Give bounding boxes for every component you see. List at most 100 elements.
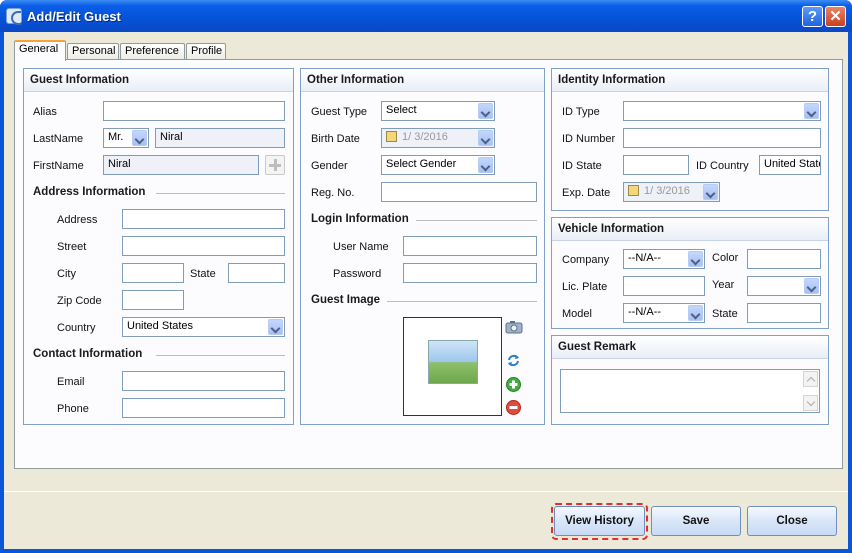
zip-code-input[interactable] [122, 290, 184, 310]
guest-image-heading: Guest Image [311, 294, 381, 306]
user-name-label: User Name [333, 241, 389, 253]
city-label: City [57, 268, 76, 280]
title-bar[interactable]: Add/Edit Guest ? ✕ [0, 0, 852, 32]
scroll-up-icon[interactable] [803, 371, 818, 387]
chevron-down-icon[interactable] [478, 103, 493, 119]
address-input[interactable] [122, 209, 285, 229]
exp-date-picker[interactable]: 1/ 3/2016 [623, 182, 720, 202]
chevron-down-icon[interactable] [804, 103, 819, 119]
refresh-icon[interactable] [506, 353, 521, 368]
chevron-down-icon[interactable] [268, 319, 283, 335]
other-information-group: Other Information Guest Type Select Birt… [300, 68, 545, 425]
guest-type-select[interactable]: Select [381, 101, 495, 121]
view-history-button[interactable]: View History [554, 506, 645, 536]
street-input[interactable] [122, 236, 285, 256]
user-name-input[interactable] [403, 236, 537, 256]
gender-label: Gender [311, 160, 348, 172]
chevron-down-icon[interactable] [688, 305, 703, 321]
city-input[interactable] [122, 263, 184, 283]
guest-remark-group: Guest Remark [551, 335, 829, 425]
chevron-down-icon[interactable] [478, 157, 493, 173]
year-select[interactable] [747, 276, 821, 296]
add-icon[interactable] [506, 377, 521, 392]
tab-personal[interactable]: Personal [67, 43, 119, 60]
tab-general[interactable]: General [14, 40, 66, 61]
reg-no-input[interactable] [381, 182, 537, 202]
add-name-icon[interactable] [265, 155, 285, 175]
color-label: Color [712, 252, 739, 264]
calendar-icon[interactable] [628, 185, 639, 196]
gender-value: Select Gender [386, 158, 457, 170]
address-divider [156, 193, 285, 194]
lic-plate-label: Lic. Plate [562, 281, 608, 293]
camera-icon[interactable] [505, 320, 523, 334]
birth-date-picker[interactable]: 1/ 3/2016 [381, 128, 495, 148]
address-label: Address [57, 214, 98, 226]
vehicle-state-input[interactable] [747, 303, 821, 323]
guest-type-value: Select [386, 104, 417, 116]
country-value: United States [127, 320, 194, 332]
guest-photo[interactable] [403, 317, 502, 416]
id-state-input[interactable] [623, 155, 689, 175]
id-number-input[interactable] [623, 128, 821, 148]
help-button[interactable]: ? [802, 6, 823, 27]
guest-remark-title: Guest Remark [552, 336, 828, 359]
contact-divider [156, 355, 285, 356]
vehicle-information-title: Vehicle Information [552, 218, 828, 241]
image-placeholder-icon [428, 340, 478, 384]
remove-icon[interactable] [506, 400, 521, 415]
model-select[interactable]: --N/A-- [623, 303, 705, 323]
street-label: Street [57, 241, 87, 253]
address-information-heading: Address Information [33, 186, 146, 198]
state-input[interactable] [228, 263, 285, 283]
state-label: State [190, 268, 216, 280]
birth-date-value: 1/ 3/2016 [402, 131, 448, 143]
close-window-button[interactable]: ✕ [825, 6, 846, 27]
company-label: Company [562, 254, 610, 266]
guest-remark-textarea[interactable] [560, 369, 820, 413]
id-type-label: ID Type [562, 106, 600, 118]
id-type-select[interactable] [623, 101, 821, 121]
guest-type-label: Guest Type [311, 106, 368, 118]
identity-information-title: Identity Information [552, 69, 828, 92]
email-input[interactable] [122, 371, 285, 391]
login-information-heading: Login Information [311, 213, 409, 225]
salutation-select[interactable]: Mr. [103, 128, 149, 148]
password-label: Password [333, 268, 382, 280]
password-input[interactable] [403, 263, 537, 283]
lic-plate-input[interactable] [623, 276, 705, 296]
guest-information-group: Guest Information Alias LastName Mr. Nir… [23, 68, 294, 425]
alias-input[interactable] [103, 101, 285, 121]
close-button[interactable]: Close [747, 506, 837, 536]
country-select[interactable]: United States [122, 317, 285, 337]
tab-preference[interactable]: Preference [120, 43, 185, 60]
firstname-input[interactable]: Niral [103, 155, 259, 175]
chevron-down-icon[interactable] [478, 130, 493, 146]
model-label: Model [562, 308, 592, 320]
id-country-input[interactable]: United State [759, 155, 821, 175]
chevron-down-icon[interactable] [703, 184, 718, 200]
lastname-label: LastName [33, 133, 84, 145]
email-label: Email [57, 376, 85, 388]
phone-input[interactable] [122, 398, 285, 418]
chevron-down-icon[interactable] [688, 251, 703, 267]
company-select[interactable]: --N/A-- [623, 249, 705, 269]
id-country-label: ID Country [696, 160, 749, 172]
gender-select[interactable]: Select Gender [381, 155, 495, 175]
save-button[interactable]: Save [651, 506, 741, 536]
exp-date-value: 1/ 3/2016 [644, 185, 690, 197]
vehicle-information-group: Vehicle Information Company --N/A-- Colo… [551, 217, 829, 329]
color-input[interactable] [747, 249, 821, 269]
chevron-down-icon[interactable] [804, 278, 819, 294]
footer-divider [4, 491, 848, 492]
model-value: --N/A-- [628, 306, 661, 318]
scroll-down-icon[interactable] [803, 395, 818, 411]
zip-code-label: Zip Code [57, 295, 102, 307]
country-label: Country [57, 322, 96, 334]
calendar-icon[interactable] [386, 131, 397, 142]
id-number-label: ID Number [562, 133, 616, 145]
tab-profile[interactable]: Profile [186, 43, 226, 60]
chevron-down-icon[interactable] [132, 130, 147, 146]
birth-date-label: Birth Date [311, 133, 360, 145]
lastname-input[interactable]: Niral [155, 128, 285, 148]
